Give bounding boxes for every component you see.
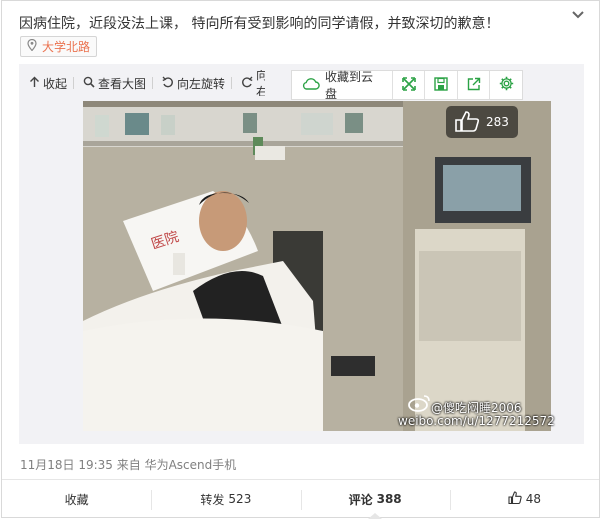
thumbs-up-icon — [454, 110, 480, 135]
collapse-media-button[interactable]: 收起 — [19, 70, 73, 96]
expand-arrows-icon — [401, 76, 416, 95]
post-text: 因病住院，近段没法上课， 特向所有受到影响的同学请假，并致深切的歉意！ — [19, 16, 500, 32]
cloud-toolbar: 收藏到云盘 — [291, 70, 523, 101]
thumbs-up-icon — [508, 491, 522, 507]
save-to-cloud-button[interactable]: 收藏到云盘 — [292, 70, 393, 101]
magnifier-icon — [83, 76, 95, 91]
hospital-photo[interactable]: 医院 — [83, 101, 551, 431]
save-disk-button[interactable] — [425, 71, 458, 99]
favorite-label: 收藏 — [64, 492, 89, 507]
weibo-logo-icon — [407, 394, 431, 416]
location-label: 大学北路 — [42, 40, 91, 54]
cloud-icon — [302, 77, 320, 93]
share-icon — [467, 76, 481, 95]
action-bar: 收藏 转发 523 评论 388 48 — [2, 480, 599, 519]
collapse-label: 收起 — [43, 76, 68, 91]
location-pin-icon — [27, 38, 37, 54]
favorite-button[interactable]: 收藏 — [2, 480, 151, 518]
watermark-url: weibo.com/u/1277212572 — [398, 414, 555, 428]
view-large-label: 查看大图 — [98, 76, 147, 91]
share-button[interactable] — [458, 71, 491, 99]
rotate-right-icon — [241, 76, 253, 91]
media-panel: 收起 查看大图 向左旋转 向右 收藏到云盘 医院 283 @傻吃闷睡2006 w… — [19, 64, 584, 444]
floppy-disk-icon — [434, 76, 448, 95]
image-like-count: 283 — [486, 115, 509, 129]
media-toolbar: 收起 查看大图 向左旋转 向右 — [19, 70, 265, 96]
image-like-badge[interactable]: 283 — [446, 106, 518, 138]
like-count: 48 — [525, 492, 542, 506]
save-to-cloud-label: 收藏到云盘 — [325, 70, 374, 101]
view-large-button[interactable]: 查看大图 — [73, 70, 152, 96]
arrow-up-icon — [29, 76, 40, 91]
gear-icon — [499, 76, 514, 95]
chevron-down-icon[interactable] — [571, 7, 585, 21]
fullscreen-button[interactable] — [393, 71, 426, 99]
rotate-left-button[interactable]: 向左旋转 — [152, 70, 231, 96]
hospital-bed-image: 医院 — [83, 101, 551, 431]
repost-count: 523 — [228, 492, 252, 506]
settings-button[interactable] — [490, 71, 522, 99]
like-button[interactable]: 48 — [449, 480, 599, 518]
rotate-left-icon — [162, 76, 174, 91]
weibo-post-card: 因病住院，近段没法上课， 特向所有受到影响的同学请假，并致深切的歉意！ 大学北路… — [1, 0, 600, 519]
rotate-left-label: 向左旋转 — [177, 76, 226, 91]
rotate-right-label: 向右 — [256, 70, 266, 96]
comment-label: 评论 — [348, 492, 373, 507]
location-tag[interactable]: 大学北路 — [20, 36, 98, 57]
comment-count: 388 — [376, 492, 402, 506]
repost-label: 转发 — [200, 492, 225, 507]
rotate-right-button[interactable]: 向右 — [231, 70, 265, 96]
comment-button[interactable]: 评论 388 — [300, 480, 450, 519]
repost-button[interactable]: 转发 523 — [151, 480, 300, 518]
post-meta: 11月18日 19:35 来自 华为Ascend手机 — [20, 458, 237, 472]
